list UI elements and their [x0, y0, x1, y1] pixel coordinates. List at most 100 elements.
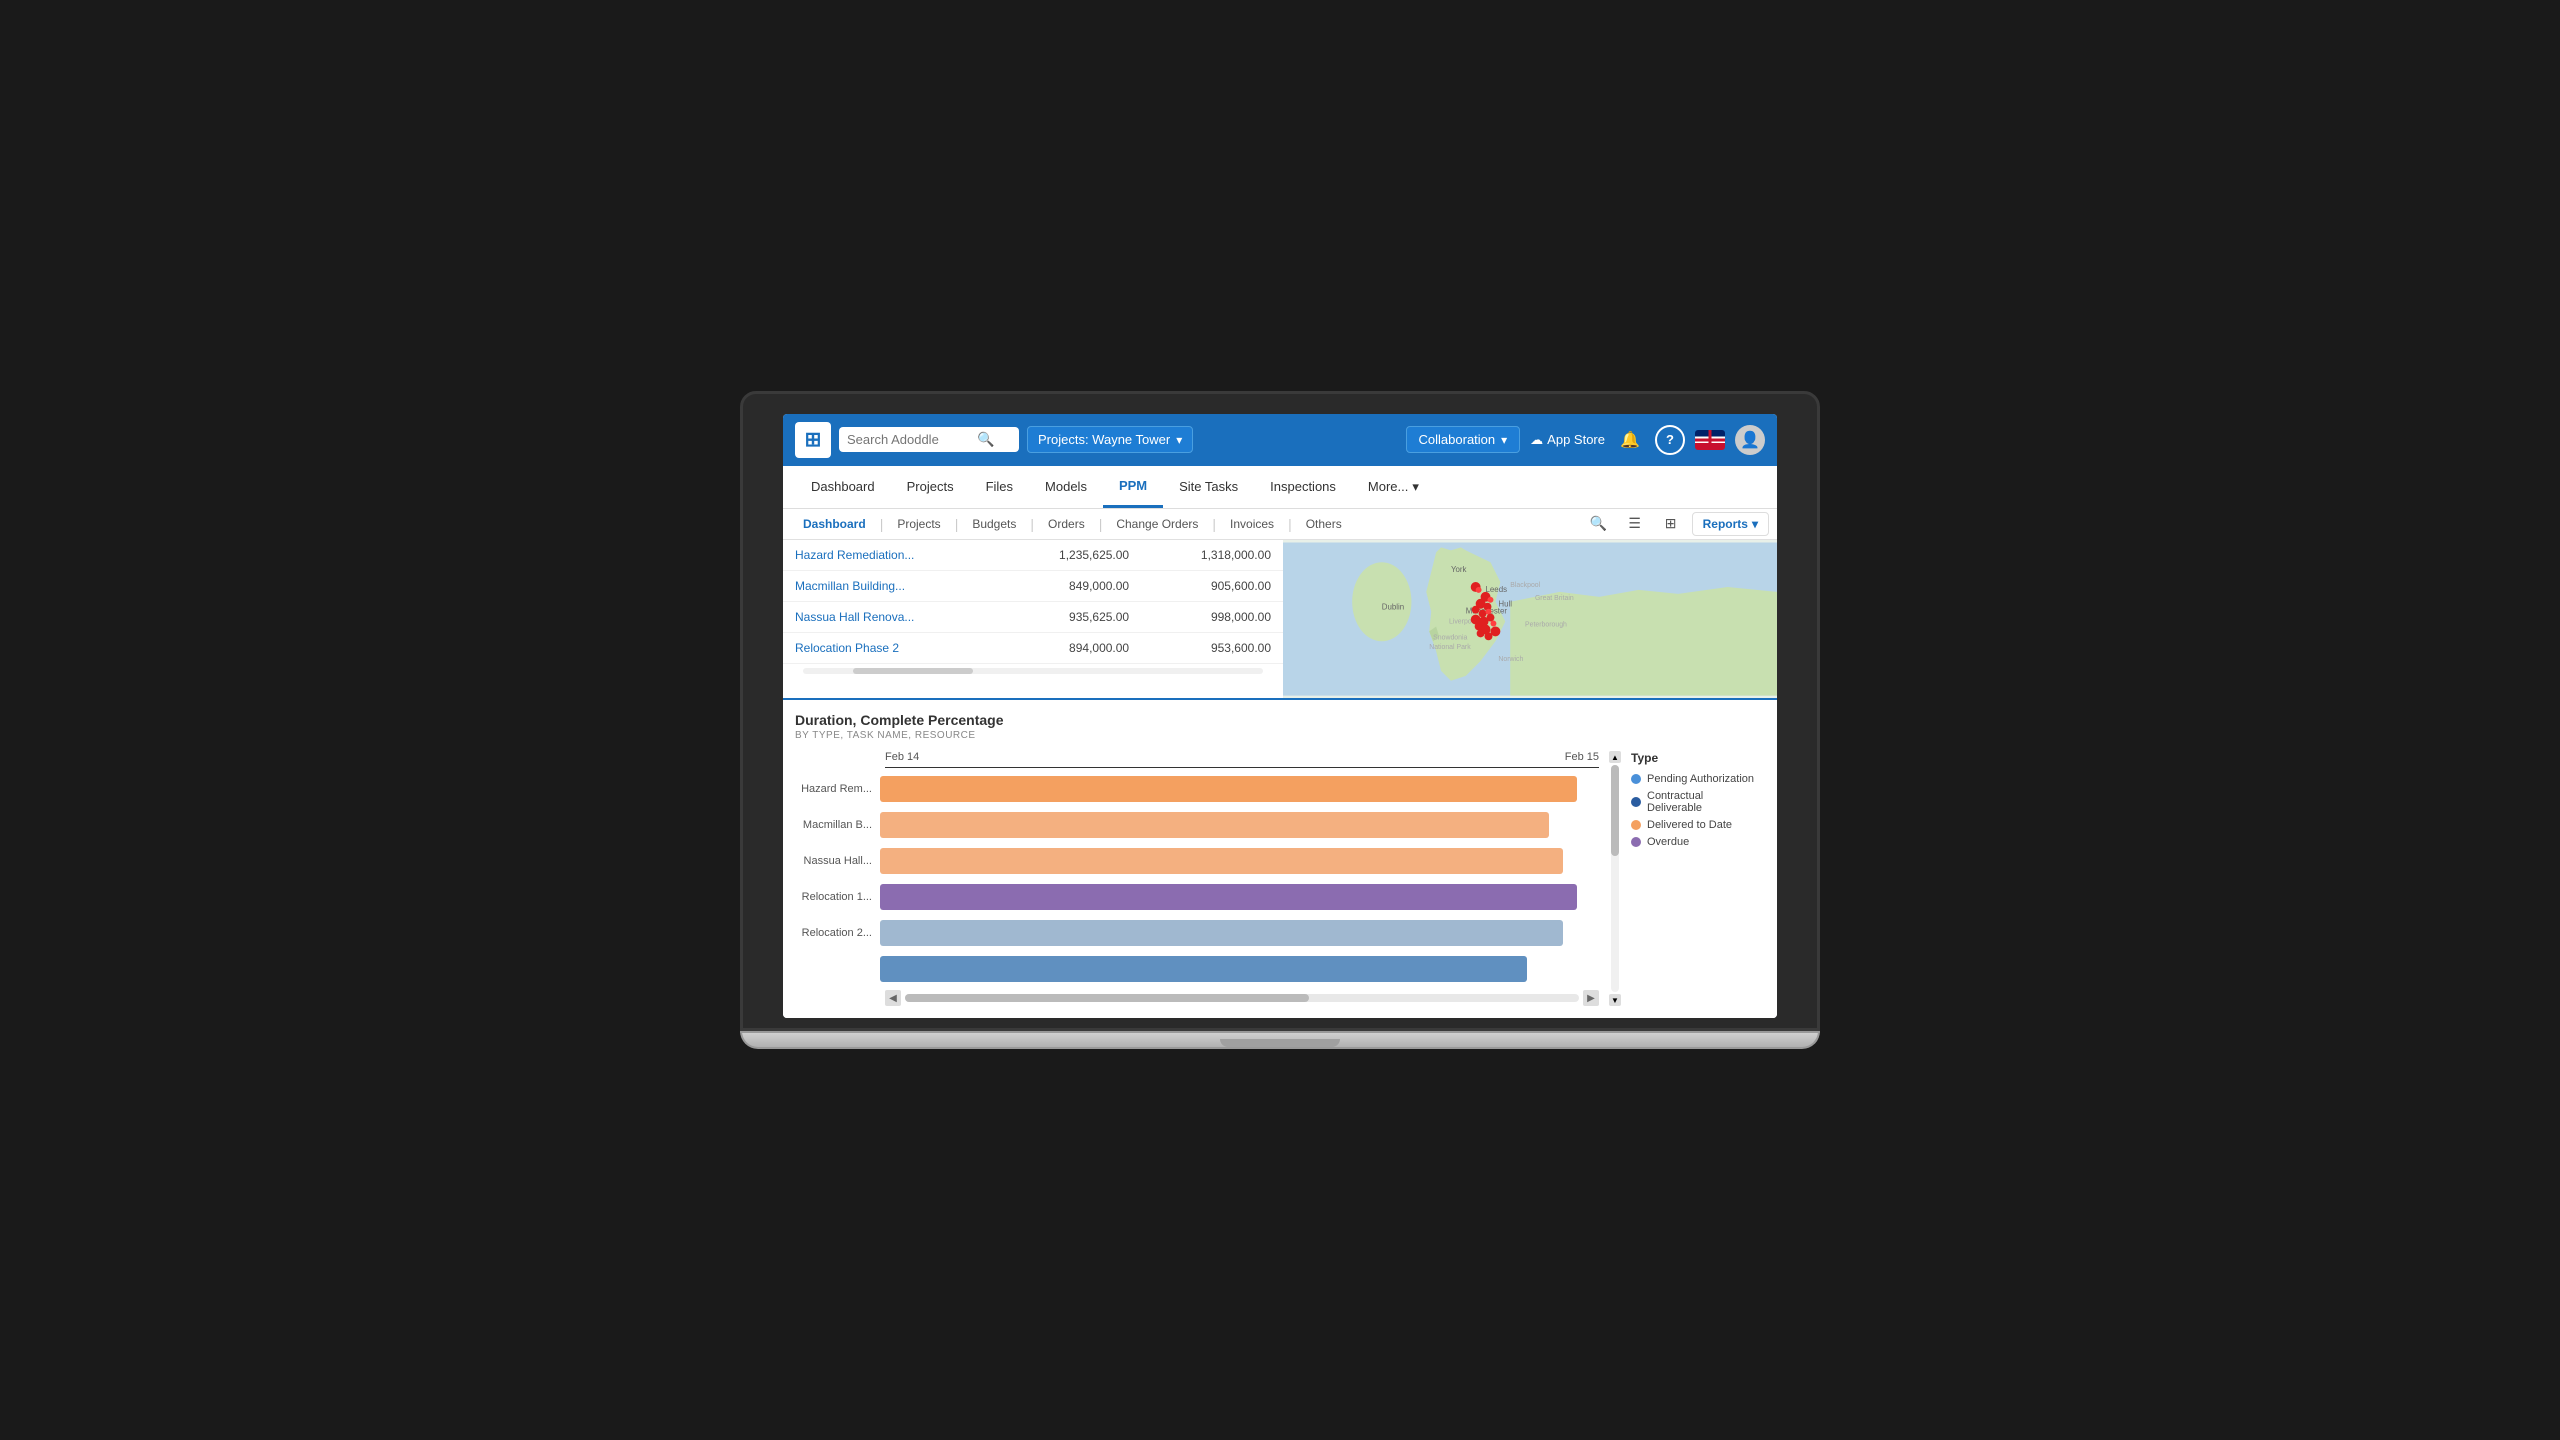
chart-container: Feb 14 Feb 15 Hazard Rem...: [795, 751, 1765, 1006]
svg-text:Leeds: Leeds: [1486, 585, 1508, 594]
data-table: Hazard Remediation... 1,235,625.00 1,318…: [783, 540, 1283, 664]
vscroll-thumb[interactable]: [1611, 765, 1619, 856]
table-row: Macmillan Building... 849,000.00 905,600…: [783, 570, 1283, 601]
gantt-row: Relocation 1...: [795, 882, 1599, 912]
row-col1: 849,000.00: [999, 570, 1141, 601]
separator: |: [878, 516, 886, 532]
separator3: |: [1028, 516, 1036, 532]
gantt-bar: [880, 848, 1563, 874]
map-section: York Leeds Hull Blackpool Great Britain …: [1283, 540, 1777, 698]
help-icon: ?: [1666, 432, 1674, 447]
search-icon: 🔍: [977, 431, 994, 448]
chart-subtitle: BY TYPE, TASK NAME, RESOURCE: [795, 730, 1765, 741]
bell-icon: 🔔: [1620, 430, 1640, 450]
top-nav-right: Collaboration ☁ App Store 🔔 ? 👤: [1406, 425, 1765, 455]
laptop-frame: ⊞ 🔍 Projects: Wayne Tower Collaboration …: [740, 391, 1820, 1049]
scroll-thumb[interactable]: [905, 994, 1309, 1002]
map-svg: York Leeds Hull Blackpool Great Britain …: [1283, 540, 1777, 698]
help-button[interactable]: ?: [1655, 425, 1685, 455]
legend-item: Contractual Deliverable: [1631, 790, 1759, 814]
legend-item: Overdue: [1631, 836, 1759, 848]
contractual-dot: [1631, 797, 1641, 807]
table-section: Hazard Remediation... 1,235,625.00 1,318…: [783, 540, 1283, 698]
project-selector[interactable]: Projects: Wayne Tower: [1027, 426, 1193, 453]
reports-button[interactable]: Reports ▾: [1692, 512, 1769, 536]
scroll-down-arrow[interactable]: ▼: [1609, 994, 1621, 1006]
search-input[interactable]: [847, 432, 977, 447]
gantt-bar-area: [880, 920, 1599, 946]
laptop-base: [740, 1031, 1820, 1049]
chevron-down-icon: ▾: [1412, 479, 1419, 495]
scroll-track[interactable]: [905, 994, 1579, 1002]
subnav-others[interactable]: Others: [1294, 509, 1354, 539]
gantt-label: Relocation 1...: [795, 891, 880, 903]
svg-text:Great Britain: Great Britain: [1535, 595, 1574, 602]
nav-files[interactable]: Files: [970, 467, 1029, 506]
gantt-row: [795, 954, 1599, 984]
project-label: Projects: Wayne Tower: [1038, 432, 1170, 447]
row-name[interactable]: Hazard Remediation...: [783, 540, 999, 571]
gantt-row: Hazard Rem...: [795, 774, 1599, 804]
top-nav: ⊞ 🔍 Projects: Wayne Tower Collaboration …: [783, 414, 1777, 466]
subnav-invoices[interactable]: Invoices: [1218, 509, 1286, 539]
separator4: |: [1097, 516, 1105, 532]
logo-button[interactable]: ⊞: [795, 422, 831, 458]
date-end: Feb 15: [1565, 751, 1599, 763]
nav-site-tasks[interactable]: Site Tasks: [1163, 467, 1254, 506]
row-name[interactable]: Macmillan Building...: [783, 570, 999, 601]
nav-inspections[interactable]: Inspections: [1254, 467, 1352, 506]
nav-ppm[interactable]: PPM: [1103, 466, 1163, 508]
row-name[interactable]: Relocation Phase 2: [783, 632, 999, 663]
subnav-change-orders[interactable]: Change Orders: [1104, 509, 1210, 539]
notifications-button[interactable]: 🔔: [1615, 425, 1645, 455]
gantt-row: Relocation 2...: [795, 918, 1599, 948]
list-view-icon[interactable]: ☰: [1620, 509, 1650, 539]
chart-legend: Type Pending Authorization Contractual D…: [1625, 751, 1765, 1006]
table-row: Nassua Hall Renova... 935,625.00 998,000…: [783, 601, 1283, 632]
grid-search-icon[interactable]: 🔍: [1584, 509, 1614, 539]
sub-nav-right: 🔍 ☰ ⊞ Reports ▾: [1584, 509, 1769, 539]
contractual-label: Contractual Deliverable: [1647, 790, 1759, 814]
overdue-label: Overdue: [1647, 836, 1689, 848]
subnav-budgets[interactable]: Budgets: [960, 509, 1028, 539]
legend-item: Pending Authorization: [1631, 773, 1759, 785]
nav-more[interactable]: More... ▾: [1352, 467, 1435, 507]
content-area: Hazard Remediation... 1,235,625.00 1,318…: [783, 540, 1777, 1018]
row-col2: 1,318,000.00: [1141, 540, 1283, 571]
row-name[interactable]: Nassua Hall Renova...: [783, 601, 999, 632]
table-scrollbar-thumb[interactable]: [853, 668, 973, 674]
subnav-dashboard[interactable]: Dashboard: [791, 509, 878, 539]
cloud-icon: ☁: [1530, 432, 1543, 448]
svg-text:Norwich: Norwich: [1498, 656, 1523, 663]
user-avatar[interactable]: 👤: [1735, 425, 1765, 455]
screen: ⊞ 🔍 Projects: Wayne Tower Collaboration …: [783, 414, 1777, 1018]
separator2: |: [953, 516, 961, 532]
scroll-left-arrow[interactable]: ◀: [885, 990, 901, 1006]
gantt-label: Relocation 2...: [795, 927, 880, 939]
scroll-right-arrow[interactable]: ▶: [1583, 990, 1599, 1006]
nav-dashboard[interactable]: Dashboard: [795, 467, 891, 506]
grid-view-icon[interactable]: ⊞: [1656, 509, 1686, 539]
nav-models[interactable]: Models: [1029, 467, 1103, 506]
gantt-bar-area: [880, 884, 1599, 910]
chart-title: Duration, Complete Percentage: [795, 712, 1765, 728]
table-row: Relocation Phase 2 894,000.00 953,600.00: [783, 632, 1283, 663]
svg-text:National Park: National Park: [1429, 644, 1471, 651]
subnav-projects[interactable]: Projects: [885, 509, 952, 539]
collaboration-button[interactable]: Collaboration: [1406, 426, 1521, 453]
subnav-orders[interactable]: Orders: [1036, 509, 1097, 539]
delivered-label: Delivered to Date: [1647, 819, 1732, 831]
scroll-up-arrow[interactable]: ▲: [1609, 751, 1621, 763]
nav-projects[interactable]: Projects: [891, 467, 970, 506]
gantt-label: Macmillan B...: [795, 819, 880, 831]
reports-label: Reports: [1703, 517, 1748, 531]
gantt-bar: [880, 884, 1577, 910]
appstore-button[interactable]: ☁ App Store: [1530, 432, 1605, 448]
pending-auth-label: Pending Authorization: [1647, 773, 1754, 785]
legend-area: ▲ ▼ Type Pending Authorization: [1609, 751, 1765, 1006]
search-box: 🔍: [839, 427, 1019, 452]
gantt-bar-area: [880, 848, 1599, 874]
language-flag[interactable]: [1695, 430, 1725, 450]
chart-timeline: Feb 14 Feb 15: [885, 751, 1599, 768]
legend-item: Delivered to Date: [1631, 819, 1759, 831]
